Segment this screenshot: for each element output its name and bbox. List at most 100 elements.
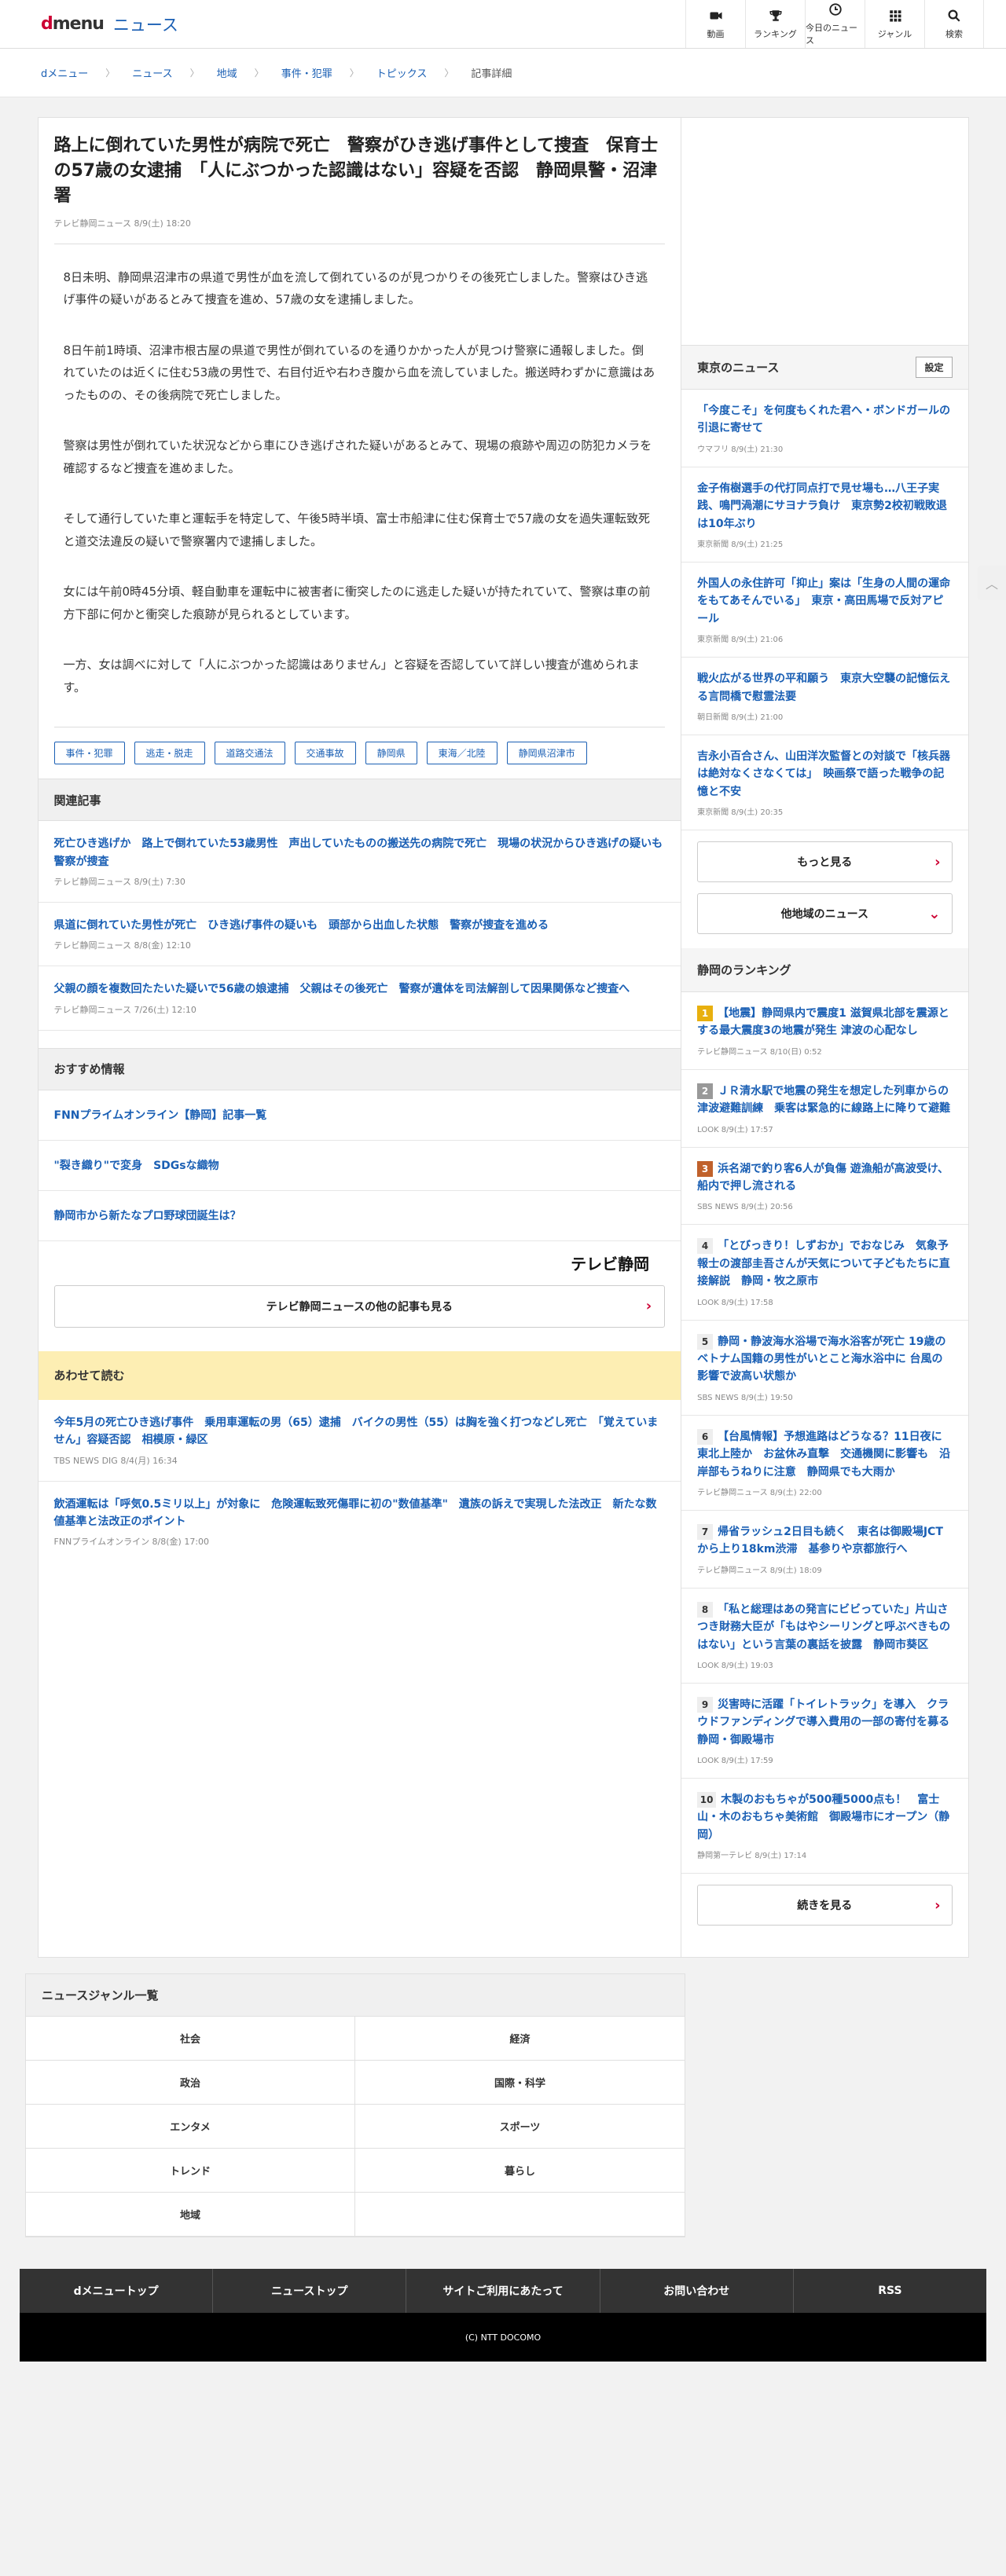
chevron-right-icon: 〉 — [189, 68, 200, 79]
tokyo-news-meta: 朝日新聞 8/9(土) 21:00 — [697, 713, 784, 722]
tokyo-news-item[interactable]: 戦火広がる世界の平和願う 東京大空襲の記憶伝える言問橋で慰霊法要 朝日新聞 8/9… — [681, 658, 968, 735]
tokyo-news-meta: 東京新聞 8/9(土) 21:06 — [697, 636, 784, 645]
back-to-top-button[interactable]: ︿ — [978, 566, 1006, 600]
tokyo-news-item[interactable]: 金子侑樹選手の代打同点打で見せ場も…八王子実践、鳴門渦潮にサヨナラ負け 東京勢2… — [681, 467, 968, 562]
footer-link[interactable]: サイトご利用にあたって — [406, 2269, 600, 2314]
article-body: 8日未明、静岡県沼津市の県道で男性が血を流して倒れているのが見つかりその後死亡し… — [54, 244, 666, 699]
rank-badge: 6 — [697, 1428, 714, 1445]
also-read-title: 飲酒運転は「呼気0.5ミリ以上」が対象に 危険運転致死傷罪に初の"数値基準" 遺… — [53, 1497, 657, 1528]
trophy-icon — [769, 9, 781, 21]
tag[interactable]: 静岡県 — [365, 742, 417, 765]
tokyo-news-item[interactable]: 外国人の永住許可「抑止」案は「生身の人間の運命をもてあそんでいる」 東京・高田馬… — [681, 562, 968, 658]
ranking-item-title: 静岡・静波海水浴場で海水浴客が死亡 19歳のベトナム国籍の男性がいとこと海水浴中… — [697, 1335, 946, 1383]
ranking-title: 2 ＪＲ清水駅で地震の発生を想定した列車からの津波避難訓練 乗客は緊急的に線路上に… — [697, 1083, 952, 1118]
rank-badge: 4 — [697, 1238, 714, 1255]
nav-video[interactable]: 動画 — [685, 0, 745, 48]
related-item[interactable]: 死亡ひき逃げか 路上で倒れていた53歳男性 声出していたものの搬送先の病院で死亡… — [38, 821, 681, 903]
ranking-item[interactable]: 8 「私と総理はあの発言にビビっていた」片山さつき財務大臣が「もはやシーリングと呼… — [681, 1588, 968, 1684]
ranking-title: 5 静岡・静波海水浴場で海水浴客が死亡 19歳のベトナム国籍の男性がいとこと海水浴… — [697, 1333, 952, 1386]
tag[interactable]: 静岡県沼津市 — [506, 742, 587, 765]
related-meta: テレビ静岡ニュース 8/9(土) 7:30 — [53, 876, 185, 887]
footer-link[interactable]: RSS — [794, 2269, 986, 2313]
related-item[interactable]: 父親の顔を複数回たたいた疑いで56歳の娘逮捕 父親はその後死亡 警察が遺体を司法… — [38, 966, 681, 1031]
ranking-title: 9 災害時に活躍「トイレトラック」を導入 クラウドファンディングで導入費用の一部の… — [697, 1696, 960, 1749]
nav-today[interactable]: 今日のニュース — [805, 0, 865, 48]
ranking-title: 1 【地震】静岡県内で震度1 滋賀県北部を震源とする最大震度3の地震が発生 津波の… — [697, 1005, 952, 1040]
also-read-item[interactable]: 飲酒運転は「呼気0.5ミリ以上」が対象に 危険運転致死傷罪に初の"数値基準" 遺… — [39, 1482, 681, 1563]
genre-item[interactable]: 政治 — [26, 2061, 355, 2105]
ranking-item[interactable]: 3 浜名湖で釣り客6人が負傷 遊漁船が高波受け、船内で押し流される SBS NEWS… — [681, 1148, 968, 1226]
ranking-meta: テレビ静岡ニュース 8/9(土) 22:00 — [697, 1488, 822, 1497]
ranking-meta: SBS NEWS 8/9(土) 20:56 — [697, 1203, 793, 1212]
footer-link[interactable]: ニューストップ — [213, 2269, 407, 2314]
breadcrumb-topics[interactable]: トピックス — [376, 65, 428, 80]
tag[interactable]: 逃走・脱走 — [134, 742, 205, 765]
recommend-item[interactable]: "裂き織り"で変身 SDGsな織物 — [38, 1141, 681, 1191]
nav-ranking-label: ランキング — [754, 28, 797, 39]
nav-search[interactable]: 検索 — [924, 0, 984, 48]
breadcrumb-dmenu[interactable]: dメニュー — [41, 65, 88, 80]
tag-list: 事件・犯罪 逃走・脱走 道路交通法 交通事故 静岡県 東海／北陸 静岡県沼津市 — [53, 727, 666, 779]
ranking-item[interactable]: 1 【地震】静岡県内で震度1 滋賀県北部を震源とする最大震度3の地震が発生 津波の… — [681, 992, 968, 1070]
section-title: ニュース — [112, 15, 178, 35]
tokyo-news-item[interactable]: 吉永小百合さん、山田洋次監督との対談で「核兵器は絶対なくさなくては」 映画祭で語… — [681, 735, 968, 831]
ranking-item-title: 木製のおもちゃが500種5000点も！ 富士山・木のおもちゃ美術館 御殿場市にオ… — [697, 1794, 950, 1841]
tokyo-news-meta: ウマフリ 8/9(土) 21:30 — [697, 445, 784, 454]
related-item[interactable]: 県道に倒れていた男性が死亡 ひき逃げ事件の疑いも 頭部から出血した状態 警察が捜… — [38, 903, 681, 967]
nav-ranking[interactable]: ランキング — [745, 0, 805, 48]
genre-item[interactable]: 経済 — [355, 2017, 685, 2061]
tokyo-news-title: 吉永小百合さん、山田洋次監督との対談で「核兵器は絶対なくさなくては」 映画祭で語… — [697, 749, 950, 798]
tokyo-news-item[interactable]: 「今度こそ」を何度もくれた君へ・ボンドガールの引退に寄せて ウマフリ 8/9(土)… — [681, 390, 968, 467]
tag[interactable]: 交通事故 — [294, 742, 356, 765]
genre-item[interactable]: 社会 — [26, 2017, 355, 2061]
tokyo-more-label: もっと見る — [797, 856, 853, 870]
ranking-item[interactable]: 5 静岡・静波海水浴場で海水浴客が死亡 19歳のベトナム国籍の男性がいとこと海水浴… — [681, 1321, 968, 1416]
ranking-item[interactable]: 10 木製のおもちゃが500種5000点も！ 富士山・木のおもちゃ美術館 御殿場市… — [681, 1779, 968, 1874]
breadcrumb-current: 記事詳細 — [471, 68, 512, 80]
tokyo-news-title: 金子侑樹選手の代打同点打で見せ場も…八王子実践、鳴門渦潮にサヨナラ負け 東京勢2… — [697, 482, 947, 530]
genre-item[interactable]: スポーツ — [355, 2105, 685, 2149]
genre-item[interactable]: 国際・科学 — [355, 2061, 685, 2105]
ranking-item[interactable]: 6 【台風情報】予想進路はどうなる？11日夜に東北上陸か お盆休み直撃 交通機関に… — [681, 1416, 968, 1511]
breadcrumb-region[interactable]: 地域 — [217, 65, 237, 80]
other-region-dropdown[interactable]: 他地域のニュース ⌄ — [697, 893, 953, 935]
breadcrumb-news[interactable]: ニュース — [132, 65, 172, 80]
footer-link[interactable]: お問い合わせ — [600, 2269, 794, 2314]
tokyo-news-heading: 東京のニュース 設定 — [681, 346, 968, 390]
genre-item[interactable]: エンタメ — [26, 2105, 355, 2149]
genre-item[interactable]: 暮らし — [355, 2149, 685, 2193]
article: 路上に倒れていた男性が病院で死亡 警察がひき逃げ事件として捜査 保育士の57歳の… — [39, 118, 681, 779]
breadcrumb-crime[interactable]: 事件・犯罪 — [281, 65, 332, 80]
ranking-item-title: 「私と総理はあの発言にビビっていた」片山さつき財務大臣が「もはやシーリングと呼ぶ… — [697, 1603, 951, 1651]
genre-item[interactable]: 地域 — [26, 2193, 355, 2237]
source-more-button[interactable]: テレビ静岡ニュースの他の記事も見る › — [53, 1284, 666, 1328]
recommend-item[interactable]: FNNプライムオンライン【静岡】記事一覧 — [38, 1090, 681, 1141]
source-logo-row: テレビ静岡 — [39, 1241, 681, 1285]
tokyo-news-meta: 東京新聞 8/9(土) 21:25 — [697, 540, 784, 549]
dmenu-logo: dmenu — [41, 14, 105, 34]
also-read-item[interactable]: 今年5月の死亡ひき逃げ事件 乗用車運転の男（65）逮捕 バイクの男性（55）は胸… — [38, 1400, 681, 1482]
nav-search-label: 検索 — [945, 28, 963, 39]
tag[interactable]: 事件・犯罪 — [53, 742, 125, 765]
footer-link[interactable]: dメニュートップ — [20, 2269, 214, 2314]
ranking-item[interactable]: 7 帰省ラッシュ2日目も続く 東名は御殿場JCTから上り18km渋滞 基参りや京都… — [681, 1511, 968, 1588]
ranking-item[interactable]: 2 ＪＲ清水駅で地震の発生を想定した列車からの津波避難訓練 乗客は緊急的に線路上に… — [681, 1070, 968, 1148]
settings-button[interactable]: 設定 — [916, 357, 953, 378]
chevron-right-icon: › — [934, 853, 941, 870]
tag[interactable]: 道路交通法 — [214, 742, 285, 765]
ranking-meta: LOOK 8/9(土) 17:57 — [697, 1125, 773, 1134]
ranking-meta: 静岡第一テレビ 8/9(土) 17:14 — [697, 1852, 807, 1861]
tokyo-more-button[interactable]: もっと見る › — [697, 841, 953, 883]
nav-genre[interactable]: ジャンル — [865, 0, 924, 48]
genre-item[interactable]: トレンド — [26, 2149, 355, 2193]
tag[interactable]: 東海／北陸 — [426, 742, 497, 765]
site-logo[interactable]: dmenu ニュース — [0, 13, 178, 36]
ranking-item-title: 「とびっきり！しずおか」でおなじみ 気象予報士の渡部圭吾さんが天気について子ども… — [697, 1240, 950, 1288]
ranking-item[interactable]: 9 災害時に活躍「トイレトラック」を導入 クラウドファンディングで導入費用の一部の… — [681, 1684, 968, 1779]
clock-icon — [828, 2, 842, 16]
site-header: dmenu ニュース 動画 ランキング 今日のニュース ジャンル 検索 — [0, 0, 1006, 49]
ranking-item[interactable]: 4 「とびっきり！しずおか」でおなじみ 気象予報士の渡部圭吾さんが天気について子ど… — [681, 1225, 968, 1321]
source-logo[interactable]: テレビ静岡 — [571, 1251, 649, 1274]
recommend-item[interactable]: 静岡市から新たなプロ野球団誕生は？ — [38, 1191, 681, 1241]
ranking-more-button[interactable]: 続きを見る › — [697, 1885, 953, 1926]
